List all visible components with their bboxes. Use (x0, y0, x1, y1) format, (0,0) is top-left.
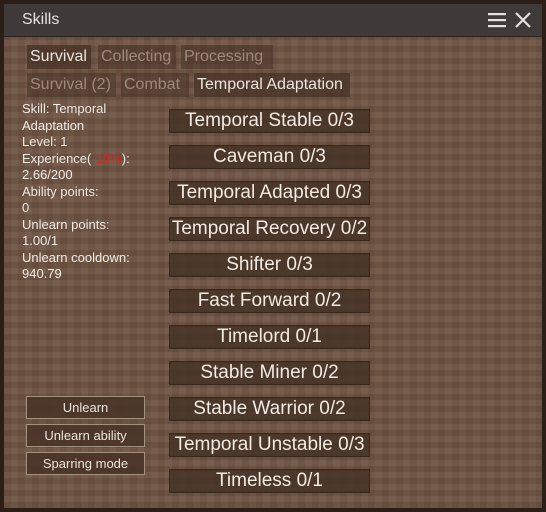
skill-temporal-recovery[interactable]: Temporal Recovery 0/2 (169, 217, 370, 241)
unlearn-ability-button[interactable]: Unlearn ability (26, 424, 145, 447)
window-title: Skills (22, 11, 60, 28)
skill-level: Level: 1 (22, 134, 68, 149)
skills-window: Skills Survival Collecting Processing Su… (0, 0, 546, 512)
tab-processing[interactable]: Processing (181, 45, 273, 69)
tab-survival-2[interactable]: Survival (2) (27, 73, 116, 97)
unlearn-points-label: Unlearn points: (22, 216, 110, 232)
skill-fast-forward[interactable]: Fast Forward 0/2 (169, 289, 370, 313)
unlearn-cooldown-label: Unlearn cooldown: (22, 249, 130, 265)
skill-stable-miner[interactable]: Stable Miner 0/2 (169, 361, 370, 385)
sparring-mode-button[interactable]: Sparring mode (26, 452, 145, 475)
unlearn-points-value: 1.00/1 (22, 233, 59, 248)
skill-info: Skill: Temporal Adaptation Level: 1 Expe… (22, 101, 130, 283)
close-icon[interactable] (514, 11, 532, 29)
skill-shifter[interactable]: Shifter 0/3 (169, 253, 370, 277)
tab-combat[interactable]: Combat (121, 73, 189, 97)
menu-icon[interactable] (488, 11, 506, 29)
title-bar[interactable]: Skills (4, 4, 542, 37)
tab-temporal-adaptation[interactable]: Temporal Adaptation (194, 73, 350, 97)
ability-points-label: Ability points: (22, 183, 99, 199)
skill-temporal-stable[interactable]: Temporal Stable 0/3 (169, 109, 370, 133)
skill-timeless[interactable]: Timeless 0/1 (169, 469, 370, 493)
experience-modifier: -10% (91, 150, 122, 166)
unlearn-button[interactable]: Unlearn (26, 396, 145, 419)
skill-name-line1: Skill: Temporal (22, 101, 107, 116)
skill-temporal-adapted[interactable]: Temporal Adapted 0/3 (169, 181, 370, 205)
skill-name-line2: Adaptation (22, 117, 85, 133)
skill-stable-warrior[interactable]: Stable Warrior 0/2 (169, 397, 370, 421)
tab-survival[interactable]: Survival (27, 45, 91, 69)
tab-collecting[interactable]: Collecting (98, 45, 176, 69)
skill-caveman[interactable]: Caveman 0/3 (169, 145, 370, 169)
skill-temporal-unstable[interactable]: Temporal Unstable 0/3 (169, 433, 370, 457)
skill-timelord[interactable]: Timelord 0/1 (169, 325, 370, 349)
unlearn-cooldown-value: 940.79 (22, 266, 62, 281)
experience-label: Experience(-10%): (22, 150, 130, 166)
ability-points-value: 0 (22, 200, 30, 215)
experience-value: 2.66/200 (22, 167, 73, 182)
